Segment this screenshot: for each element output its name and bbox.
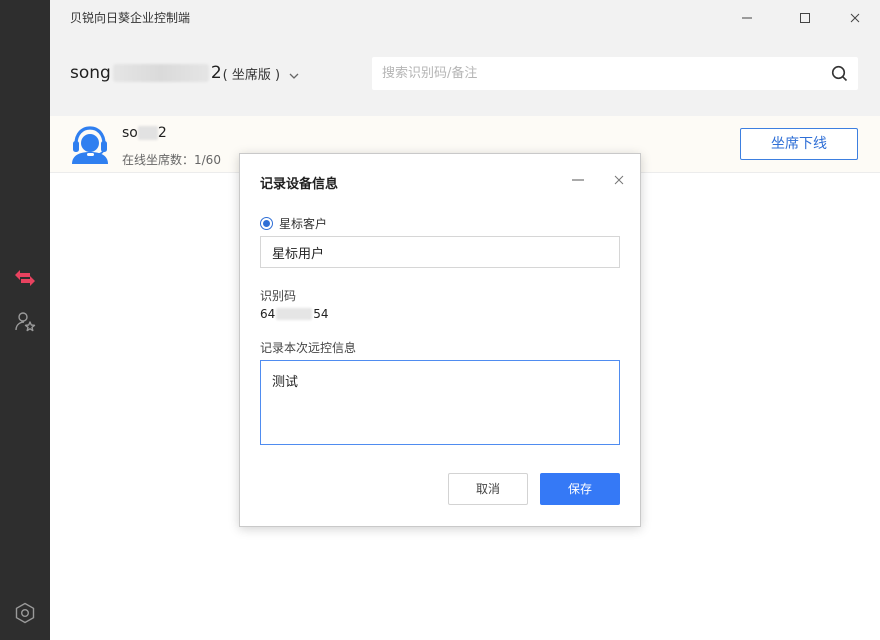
minimize-icon[interactable] [740, 10, 754, 24]
remark-textarea[interactable]: 测试 [260, 360, 620, 445]
seat-offline-button[interactable]: 坐席下线 [740, 128, 858, 160]
device-name: so 2 [122, 125, 167, 141]
account-selector[interactable]: song 2 ( 坐席版 ) [70, 63, 300, 83]
user-star-icon[interactable] [13, 310, 37, 334]
record-device-info-dialog: 记录设备信息 星标客户 识别码 64 54 记录本次远控信息 测试 取消 保存 [239, 153, 641, 527]
cancel-button[interactable]: 取消 [448, 473, 528, 505]
close-icon[interactable] [848, 10, 862, 24]
agent-headset-avatar-icon [69, 123, 111, 165]
maximize-icon[interactable] [798, 10, 812, 24]
online-seat-count: 在线坐席数：1/60 [122, 153, 221, 167]
remark-label: 记录本次远控信息 [260, 341, 357, 355]
edition-label: ( 坐席版 ) [222, 67, 281, 83]
chevron-down-icon [288, 67, 300, 79]
star-customer-radio[interactable]: 星标客户 [260, 215, 327, 232]
device-name-suffix: 2 [157, 125, 167, 141]
save-button[interactable]: 保存 [540, 473, 620, 505]
search-icon[interactable] [831, 65, 848, 82]
transfer-arrows-icon[interactable] [13, 266, 37, 290]
customer-name-input[interactable] [260, 236, 620, 268]
settings-hexagon-icon[interactable] [13, 601, 37, 625]
search-input[interactable] [372, 57, 812, 90]
redacted-text [276, 308, 313, 320]
device-name-prefix: so [122, 125, 138, 141]
account-prefix: song [70, 63, 111, 83]
code-prefix: 64 [260, 307, 276, 321]
header: song 2 ( 坐席版 ) [50, 34, 880, 116]
dialog-minimize-icon[interactable] [571, 172, 585, 186]
code-label: 识别码 [260, 289, 297, 303]
radio-selected-icon[interactable] [260, 217, 273, 230]
dialog-title: 记录设备信息 [260, 177, 339, 192]
dialog-close-icon[interactable] [612, 172, 626, 186]
radio-label: 星标客户 [279, 217, 328, 231]
code-value: 64 54 [260, 307, 329, 321]
search-box [372, 57, 858, 90]
sidebar [0, 0, 50, 640]
account-suffix: 2 [210, 63, 222, 83]
redacted-text [137, 126, 158, 140]
redacted-text [112, 64, 209, 82]
title-bar: 贝锐向日葵企业控制端 [50, 0, 880, 34]
app-title: 贝锐向日葵企业控制端 [70, 11, 191, 25]
code-suffix: 54 [313, 307, 329, 321]
